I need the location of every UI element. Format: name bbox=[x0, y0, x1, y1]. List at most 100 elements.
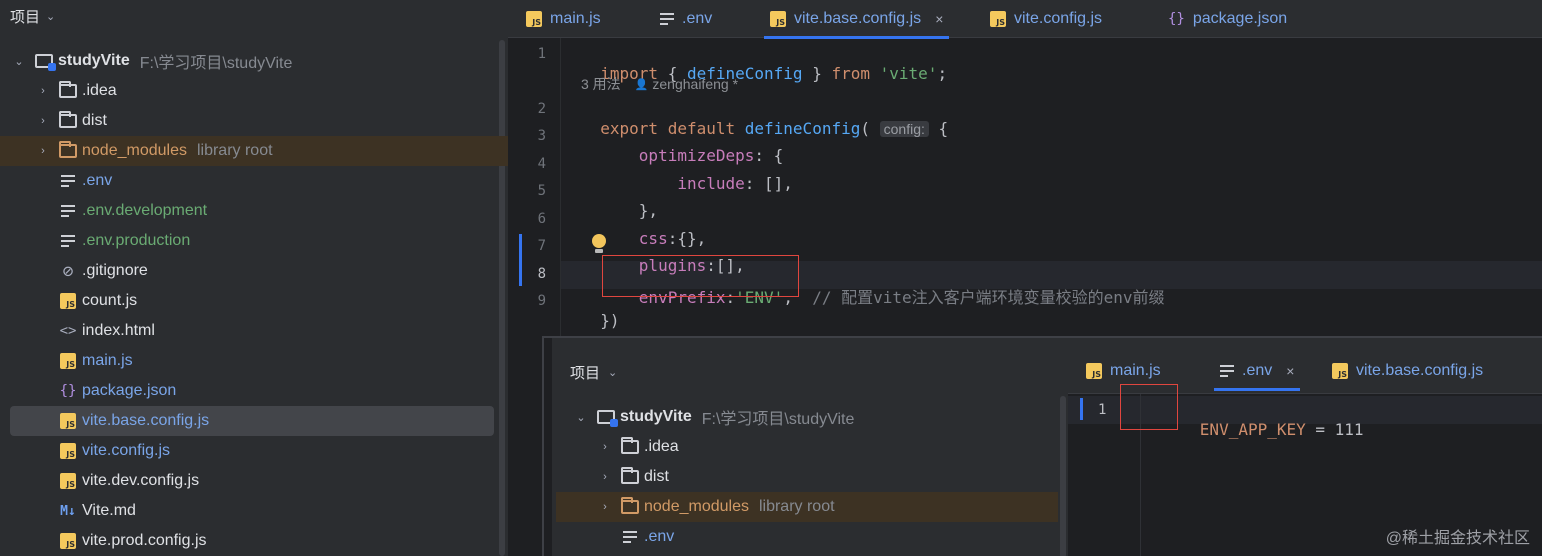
editor-tab-bar: JS main.js .env JS vite.base.config.js ×… bbox=[508, 0, 1542, 39]
tree-item-label: package.json bbox=[82, 382, 177, 399]
tab-label: .env bbox=[682, 10, 713, 27]
tree-item-package-json[interactable]: {} package.json bbox=[58, 376, 177, 406]
tree-item-index-html[interactable]: <> index.html bbox=[58, 316, 155, 346]
tree-item-label: .env bbox=[82, 172, 113, 189]
usages-hint[interactable]: 3 用法 bbox=[581, 74, 621, 94]
code-token: 'vite' bbox=[870, 64, 938, 83]
tree-item-label: .env.production bbox=[82, 232, 191, 249]
gutter-divider bbox=[560, 38, 561, 338]
chevron-down-icon[interactable]: ⌄ bbox=[574, 411, 588, 424]
inset-tree-item-idea[interactable]: › .idea bbox=[598, 432, 679, 462]
line-number: 5 bbox=[537, 183, 546, 199]
inset-panel-scrollbar[interactable] bbox=[1060, 396, 1066, 556]
tree-item-idea[interactable]: › .idea bbox=[36, 76, 117, 106]
tree-item-label: main.js bbox=[82, 352, 133, 369]
text-file-icon bbox=[58, 171, 78, 191]
tree-item-label: node_modules bbox=[82, 142, 187, 159]
chevron-right-icon[interactable]: › bbox=[598, 441, 612, 453]
chevron-down-icon[interactable]: ⌄ bbox=[12, 55, 26, 68]
chevron-right-icon[interactable]: › bbox=[36, 115, 50, 127]
code-token: ; bbox=[937, 64, 948, 83]
user-icon: 👤 bbox=[634, 78, 649, 91]
folder-icon bbox=[620, 497, 640, 517]
highlight-box-envprefix bbox=[602, 255, 799, 297]
inset-tree-item-node-modules[interactable]: › node_modules library root bbox=[556, 492, 1058, 522]
chevron-right-icon[interactable]: › bbox=[36, 145, 50, 157]
close-icon[interactable]: × bbox=[1286, 363, 1294, 379]
tree-item-label: dist bbox=[82, 112, 107, 129]
inset-project-header[interactable]: 项目 ⌄ bbox=[570, 362, 617, 383]
folder-icon bbox=[58, 141, 78, 161]
tree-item-label: vite.config.js bbox=[82, 442, 171, 459]
tree-item-label: .gitignore bbox=[82, 262, 148, 279]
chevron-right-icon[interactable]: › bbox=[36, 85, 50, 97]
parameter-hint: config: bbox=[879, 121, 929, 137]
tree-item-vite-dev-config-js[interactable]: JS vite.dev.config.js bbox=[58, 466, 199, 496]
line-number: 1 bbox=[537, 46, 546, 62]
js-file-icon: JS bbox=[1086, 363, 1102, 379]
code-token: ( bbox=[860, 119, 870, 138]
inset-tree-item-studyvite[interactable]: ⌄ studyVite F:\学习项目\studyVite bbox=[574, 402, 854, 432]
html-file-icon: <> bbox=[59, 323, 77, 339]
author-hint[interactable]: 👤 zenghaifeng * bbox=[635, 76, 738, 92]
code-token: }) bbox=[600, 311, 620, 330]
tree-item-studyvite[interactable]: ⌄ studyVite F:\学习项目\studyVite bbox=[12, 46, 292, 76]
chevron-down-icon: ⌄ bbox=[608, 367, 618, 379]
js-file-icon: JS bbox=[58, 411, 78, 431]
tab-vite-config-js[interactable]: JS vite.config.js bbox=[990, 0, 1102, 38]
line-number: 2 bbox=[537, 101, 546, 117]
code-token: { bbox=[928, 119, 949, 138]
tree-item-env-development[interactable]: .env.development bbox=[58, 196, 207, 226]
line-number: 7 bbox=[537, 238, 546, 254]
tree-item-label: .env bbox=[644, 528, 675, 545]
code-comment: // 配置vite注入客户端环境变量校验的env前缀 bbox=[812, 288, 1165, 307]
tab-vite-base-config-js[interactable]: JS vite.base.config.js × bbox=[763, 0, 950, 39]
chevron-right-icon[interactable]: › bbox=[598, 471, 612, 483]
tree-item-vite-config-js[interactable]: JS vite.config.js bbox=[58, 436, 170, 466]
tree-item-vite-prod-config-js[interactable]: JS vite.prod.config.js bbox=[58, 526, 207, 556]
chevron-right-icon[interactable]: › bbox=[598, 501, 612, 513]
tree-item-node-modules[interactable]: › node_modules library root bbox=[0, 136, 508, 166]
close-icon[interactable]: × bbox=[935, 11, 943, 27]
tab-label: package.json bbox=[1192, 10, 1288, 27]
tree-item-path: F:\学习项目\studyVite bbox=[139, 55, 293, 72]
markdown-file-icon: M↓ bbox=[60, 503, 76, 519]
inset-panel-strip bbox=[544, 338, 552, 556]
tab-env[interactable]: .env bbox=[660, 0, 712, 38]
tree-item-hint: library root bbox=[196, 142, 273, 159]
folder-icon bbox=[58, 81, 78, 101]
tree-item-dist[interactable]: › dist bbox=[36, 106, 107, 136]
inset-tab-vite-base-config-js[interactable]: JS vite.base.config.js bbox=[1332, 352, 1483, 390]
code-line-9[interactable]: }) bbox=[581, 292, 620, 330]
author-name: zenghaifeng * bbox=[652, 76, 739, 92]
tab-label: .env bbox=[1242, 362, 1273, 379]
project-panel: 项目 ⌄ ⌄ studyVite F:\学习项目\studyVite › .id… bbox=[0, 0, 508, 556]
tree-item-hint: library root bbox=[758, 498, 835, 515]
tree-item-vite-md[interactable]: M↓ Vite.md bbox=[58, 496, 136, 526]
tree-item-label: .idea bbox=[82, 82, 117, 99]
js-file-icon: JS bbox=[770, 11, 786, 27]
tree-item-vite-base-config-js[interactable]: JS vite.base.config.js bbox=[10, 406, 494, 436]
inset-tab-env[interactable]: .env × bbox=[1213, 352, 1301, 391]
tree-item-main-js[interactable]: JS main.js bbox=[58, 346, 133, 376]
tab-package-json[interactable]: {} package.json bbox=[1168, 0, 1287, 38]
tab-label: vite.config.js bbox=[1014, 10, 1103, 27]
text-file-icon bbox=[660, 13, 674, 25]
tab-main-js[interactable]: JS main.js bbox=[526, 0, 601, 38]
js-file-icon: JS bbox=[58, 471, 78, 491]
tree-item-label: studyVite bbox=[620, 408, 692, 425]
folder-icon bbox=[620, 467, 640, 487]
tree-item-label: vite.prod.config.js bbox=[82, 532, 207, 549]
tree-item-gitignore[interactable]: ⊘ .gitignore bbox=[58, 256, 148, 286]
inset-tree-item-env[interactable]: .env bbox=[620, 522, 674, 552]
panel-scrollbar[interactable] bbox=[499, 40, 505, 556]
line-number: 3 bbox=[537, 128, 546, 144]
env-key: ENV_APP_KEY bbox=[1199, 420, 1306, 439]
json-file-icon: {} bbox=[1168, 11, 1185, 27]
tree-item-env[interactable]: .env bbox=[58, 166, 112, 196]
project-panel-header[interactable]: 项目 ⌄ bbox=[10, 6, 55, 26]
folder-icon bbox=[620, 437, 640, 457]
inset-tree-item-dist[interactable]: › dist bbox=[598, 462, 669, 492]
tree-item-env-production[interactable]: .env.production bbox=[58, 226, 190, 256]
tree-item-count-js[interactable]: JS count.js bbox=[58, 286, 137, 316]
